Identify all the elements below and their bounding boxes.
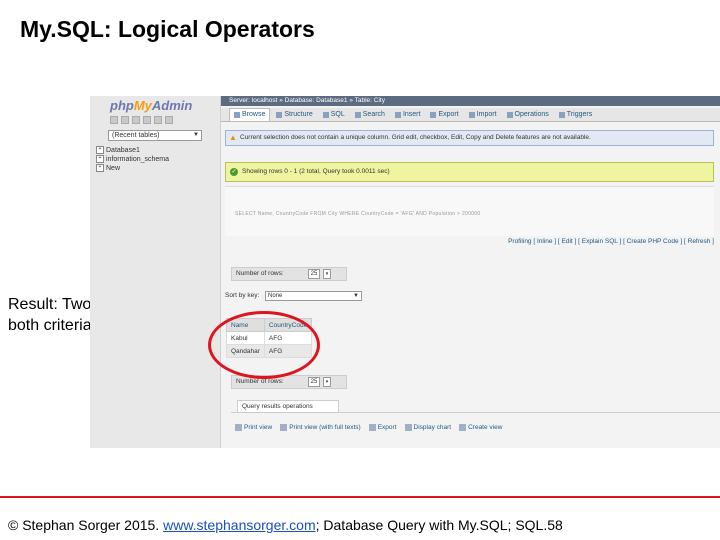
create-view-link[interactable]: Create view — [459, 424, 502, 431]
rows-input[interactable]: 25 — [308, 377, 320, 387]
main-panel: Server: localhost » Database: Database1 … — [221, 96, 720, 448]
reload-icon[interactable] — [165, 116, 173, 124]
view-icon — [459, 424, 467, 431]
tree-item-database1[interactable]: + Database1 — [96, 146, 169, 155]
expand-icon[interactable]: + — [96, 155, 104, 164]
expand-icon[interactable]: + — [96, 146, 104, 155]
settings-icon[interactable] — [154, 116, 162, 124]
sql-actions-links[interactable]: Profiling [ Inline ] [ Edit ] [ Explain … — [371, 238, 714, 245]
tab-import[interactable]: Import — [465, 108, 501, 121]
breadcrumb[interactable]: Server: localhost » Database: Database1 … — [221, 96, 720, 106]
slide-title: My.SQL: Logical Operators — [20, 16, 315, 42]
print-view-full-link[interactable]: Print view (with full texts) — [280, 424, 361, 431]
export-link[interactable]: Export — [368, 424, 397, 431]
phpmyadmin-screenshot: phpMyAdmin (Recent tables) ▼ + Database1 +… — [90, 96, 720, 448]
query-results-operations: Print view Print view (with full texts) … — [235, 424, 502, 431]
highlight-circle — [208, 311, 320, 379]
rows-control-top: Number of rows: 25 ▾ — [231, 267, 347, 281]
tab-search[interactable]: Search — [351, 108, 389, 121]
sql-icon — [322, 111, 329, 118]
insert-icon — [394, 111, 401, 118]
export-icon — [430, 111, 437, 118]
print-view-link[interactable]: Print view — [235, 424, 272, 431]
tree-item-information-schema[interactable]: + information_schema — [96, 155, 169, 164]
database-tree: + Database1 + information_schema + New — [96, 146, 169, 173]
notice-message: ▲ Current selection does not contain a u… — [225, 130, 714, 146]
tab-insert[interactable]: Insert — [391, 108, 425, 121]
slide-footer: © Stephan Sorger 2015. www.stephansorger… — [8, 517, 563, 533]
warning-icon: ▲ — [229, 133, 237, 142]
sidebar-toolbar — [110, 116, 210, 126]
structure-icon — [276, 111, 283, 118]
rows-input[interactable]: 25 — [308, 269, 320, 279]
chevron-down-icon[interactable]: ▾ — [323, 377, 331, 387]
tab-operations[interactable]: Operations — [503, 108, 553, 121]
check-icon: ✓ — [230, 168, 238, 176]
phpmyadmin-logo[interactable]: phpMyAdmin — [110, 98, 192, 113]
import-icon — [468, 111, 475, 118]
tab-sql[interactable]: SQL — [319, 108, 349, 121]
print-icon — [235, 424, 242, 431]
help-icon[interactable] — [132, 116, 140, 124]
expand-icon[interactable]: + — [96, 164, 104, 173]
tab-structure[interactable]: Structure — [272, 108, 316, 121]
browse-icon — [234, 112, 240, 118]
success-message: ✓ Showing rows 0 - 1 (2 total, Query too… — [225, 162, 714, 182]
website-link[interactable]: www.stephansorger.com — [163, 517, 316, 533]
export-icon — [368, 424, 376, 431]
tab-browse[interactable]: Browse — [229, 108, 271, 121]
sql-query-text: SELECT Name, CountryCode FROM City WHERE… — [235, 211, 481, 217]
recent-tables-select[interactable]: (Recent tables) ▼ — [108, 130, 202, 141]
tab-export[interactable]: Export — [426, 108, 462, 121]
search-icon — [354, 111, 361, 118]
sort-by-label: Sort by key: — [225, 292, 260, 299]
logout-icon[interactable] — [121, 116, 129, 124]
print-icon — [280, 424, 288, 431]
tab-triggers[interactable]: Triggers — [555, 108, 596, 121]
display-chart-link[interactable]: Display chart — [404, 424, 451, 431]
sort-by-select[interactable]: None ▼ — [265, 291, 362, 301]
tab-bar: Browse Structure SQL Search Insert Expor… — [221, 108, 720, 122]
docs-icon[interactable] — [143, 116, 151, 124]
chevron-down-icon: ▼ — [353, 293, 359, 299]
chart-icon — [404, 424, 412, 431]
chevron-down-icon[interactable]: ▾ — [323, 269, 331, 279]
footer-divider — [0, 496, 720, 498]
rows-label: Number of rows: — [236, 270, 284, 277]
navigation-sidebar: phpMyAdmin (Recent tables) ▼ + Database1 +… — [90, 96, 221, 448]
query-results-operations-title: Query results operations — [237, 400, 339, 413]
triggers-icon — [558, 111, 565, 118]
rows-label: Number of rows: — [236, 378, 284, 385]
home-icon[interactable] — [110, 116, 118, 124]
chevron-down-icon: ▼ — [193, 132, 199, 138]
tree-item-new[interactable]: + New — [96, 164, 169, 173]
operations-icon — [506, 111, 513, 118]
